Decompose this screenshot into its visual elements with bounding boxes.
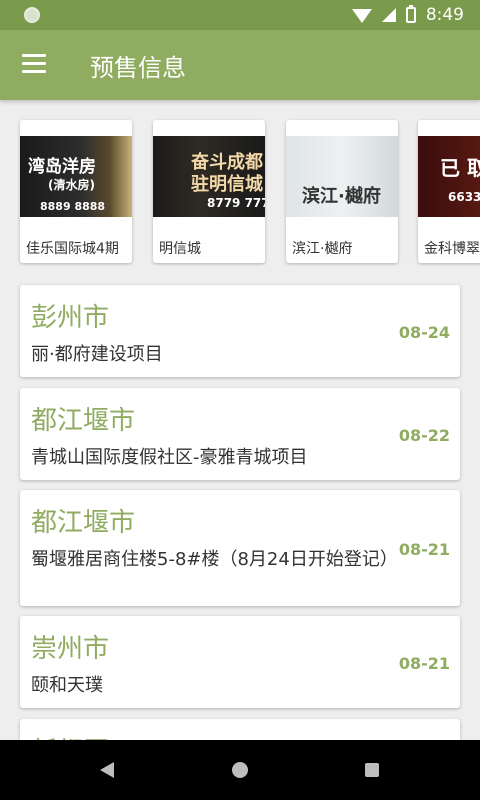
list-item[interactable]: 都江堰市 蜀堰雅居商住楼5-8#楼（8月24日开始登记） 08-21 bbox=[20, 490, 460, 606]
carousel-caption: 金科博翠 bbox=[424, 241, 480, 257]
thumbnail-subtext: 驻明信城 bbox=[191, 174, 263, 195]
carousel-caption: 佳乐国际城4期 bbox=[26, 241, 119, 257]
listing-city: 都江堰市 bbox=[31, 508, 136, 538]
signal-icon bbox=[381, 8, 396, 22]
thumbnail-subtext: (清水房) bbox=[48, 178, 95, 192]
thumbnail-phone: 6633 bbox=[448, 190, 480, 204]
system-nav-bar bbox=[0, 740, 480, 800]
listing-project: 青城山国际度假社区-豪雅青城项目 bbox=[31, 447, 308, 468]
project-thumbnail: 湾岛洋房 (清水房) 8889 8888 bbox=[20, 136, 132, 217]
menu-icon[interactable] bbox=[22, 54, 46, 74]
listing-date: 08-22 bbox=[398, 426, 450, 445]
listing-date: 08-21 bbox=[398, 654, 450, 673]
thumbnail-text: 已 取 bbox=[440, 156, 480, 180]
app-bar: 预售信息 bbox=[0, 30, 480, 100]
status-bar: 8:49 bbox=[0, 0, 480, 30]
project-thumbnail: 已 取 6633 bbox=[418, 136, 480, 217]
carousel-caption: 明信城 bbox=[159, 241, 201, 257]
listing-city: 都江堰市 bbox=[31, 406, 136, 436]
notification-icon bbox=[24, 7, 40, 23]
thumbnail-phone: 8779 7770 bbox=[207, 196, 265, 210]
list-item[interactable]: 彭州市 丽·都府建设项目 08-24 bbox=[20, 285, 460, 377]
carousel-card[interactable]: 奋斗成都 驻明信城 8779 7770 明信城 bbox=[153, 120, 265, 263]
back-icon[interactable] bbox=[100, 762, 114, 778]
carousel-caption: 滨江·樾府 bbox=[292, 241, 353, 257]
thumbnail-text: 湾岛洋房 bbox=[28, 157, 96, 177]
status-icons: 8:49 bbox=[351, 0, 464, 30]
list-item[interactable]: 崇州市 颐和天璞 08-21 bbox=[20, 616, 460, 708]
status-time: 8:49 bbox=[425, 5, 464, 25]
thumbnail-phone: 8889 8888 bbox=[40, 200, 106, 213]
listing-city: 彭州市 bbox=[31, 303, 110, 333]
home-icon[interactable] bbox=[232, 762, 248, 778]
wifi-icon bbox=[351, 9, 372, 23]
thumbnail-text: 滨江·樾府 bbox=[302, 186, 381, 207]
listing-project: 蜀堰雅居商住楼5-8#楼（8月24日开始登记） bbox=[31, 549, 398, 570]
carousel-card[interactable]: 湾岛洋房 (清水房) 8889 8888 佳乐国际城4期 bbox=[20, 120, 132, 263]
carousel-card[interactable]: 已 取 6633 金科博翠 bbox=[418, 120, 480, 263]
carousel-card[interactable]: 滨江·樾府 滨江·樾府 bbox=[286, 120, 398, 263]
listing-project: 丽·都府建设项目 bbox=[31, 344, 163, 365]
listing-city: 崇州市 bbox=[31, 634, 110, 664]
battery-icon bbox=[405, 5, 416, 23]
recent-apps-icon[interactable] bbox=[365, 763, 379, 777]
listing-project: 颐和天璞 bbox=[31, 675, 103, 696]
project-carousel[interactable]: 湾岛洋房 (清水房) 8889 8888 佳乐国际城4期 奋斗成都 驻明信城 8… bbox=[0, 116, 480, 266]
project-thumbnail: 奋斗成都 驻明信城 8779 7770 bbox=[153, 136, 265, 217]
page-title: 预售信息 bbox=[90, 54, 186, 82]
listing-date: 08-24 bbox=[398, 323, 450, 342]
project-thumbnail: 滨江·樾府 bbox=[286, 136, 398, 217]
list-item[interactable]: 都江堰市 青城山国际度假社区-豪雅青城项目 08-22 bbox=[20, 388, 460, 480]
listing-date: 08-21 bbox=[398, 540, 450, 559]
